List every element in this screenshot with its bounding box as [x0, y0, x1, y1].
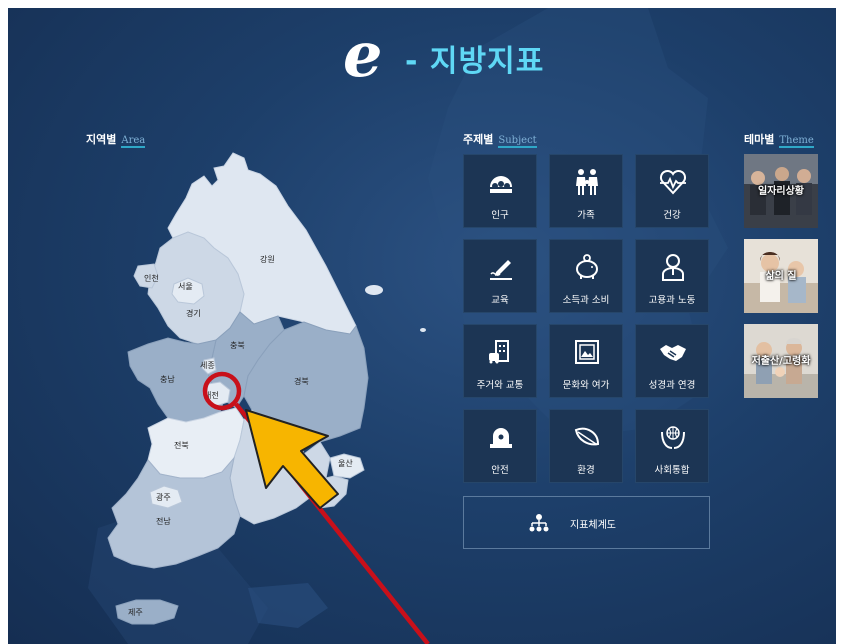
- region-label-chungbuk: 충북: [230, 341, 245, 350]
- region-label-gyeonggi: 경기: [186, 308, 201, 318]
- subject-section-header: 주제별 Subject: [463, 128, 537, 148]
- subject-growth-tile[interactable]: 성경과 연경: [635, 324, 709, 398]
- education-icon: [490, 260, 512, 280]
- theme-header-en: Theme: [779, 135, 814, 148]
- subject-culture-tile[interactable]: 문화와 여가: [549, 324, 623, 398]
- region-jeju[interactable]: [115, 599, 179, 625]
- globe-hands-icon: [661, 426, 685, 449]
- theme-low-birth-aging-tile[interactable]: 저출산/고령화: [744, 324, 818, 398]
- health-icon: [659, 169, 687, 195]
- korea-region-map: 강원 인천 서울 경기 충북 충남 세종 대전 경북 전북 대구 울산 부산 광…: [107, 152, 426, 625]
- subject-label: 가족: [577, 210, 595, 221]
- region-label-jeonbuk: 전북: [174, 440, 189, 450]
- subject-label: 소득과 소비: [562, 295, 610, 306]
- region-label-chungnam: 충남: [160, 375, 175, 384]
- subject-family-tile[interactable]: 가족: [549, 154, 623, 228]
- main-stage: e - 지방지표 지역별Area 주제별Subject 테마별Theme: [8, 8, 836, 644]
- subject-label: 성경과 연경: [648, 380, 696, 391]
- subject-employment-tile[interactable]: 고용과 노동: [635, 239, 709, 313]
- handshake-icon: [660, 345, 686, 361]
- subject-social-tile[interactable]: 사회통합: [635, 409, 709, 483]
- picture-frame-icon: [575, 340, 599, 364]
- region-label-gangwon: 강원: [260, 254, 275, 264]
- subject-housing-tile[interactable]: 주거와 교통: [463, 324, 537, 398]
- region-label-sejong: 세종: [200, 361, 215, 370]
- leaf-icon: [574, 427, 600, 446]
- region-chungnam[interactable]: [127, 337, 225, 423]
- subject-label: 주거와 교통: [476, 380, 524, 391]
- family-icon: [576, 169, 598, 195]
- subject-safety-tile[interactable]: 안전: [463, 409, 537, 483]
- region-label-daejeon: 대전: [204, 390, 219, 400]
- subject-income-tile[interactable]: 소득과 소비: [549, 239, 623, 313]
- subject-header-en: Subject: [498, 135, 537, 148]
- hierarchy-icon: [529, 514, 549, 532]
- theme-label: 일자리상황: [758, 186, 804, 197]
- subject-environment-tile[interactable]: 환경: [549, 409, 623, 483]
- subject-health-tile[interactable]: 건강: [635, 154, 709, 228]
- theme-quality-of-life-tile[interactable]: 삶의 질: [744, 239, 818, 313]
- region-label-ulsan: 울산: [338, 458, 353, 468]
- subject-label: 문화와 여가: [562, 380, 610, 391]
- subject-header-ko: 주제별: [463, 133, 494, 146]
- island-ulleung: [365, 285, 383, 295]
- subject-label: 사회통합: [654, 465, 690, 476]
- region-label-seoul: 서울: [178, 282, 193, 291]
- theme-label: 삶의 질: [765, 271, 797, 282]
- subject-education-tile[interactable]: 교육: [463, 239, 537, 313]
- siren-icon: [490, 428, 512, 448]
- subject-label: 안전: [491, 465, 509, 476]
- region-label-gyeongbuk: 경북: [294, 376, 309, 386]
- housing-transport-icon: [489, 340, 509, 364]
- theme-jobs-tile[interactable]: 일자리상황: [744, 154, 818, 228]
- indicator-system-label: 지표체계도: [570, 520, 616, 531]
- subject-label: 건강: [663, 210, 681, 221]
- subject-label: 고용과 노동: [648, 295, 696, 306]
- subject-label: 환경: [577, 465, 595, 476]
- region-label-busan: 부산: [316, 490, 331, 500]
- island-dokdo: [420, 328, 426, 332]
- region-label-gwangju: 광주: [156, 492, 171, 502]
- worker-icon: [662, 254, 684, 281]
- region-label-jeonnam: 전남: [156, 516, 171, 526]
- region-label-daegu: 대구: [280, 443, 295, 452]
- indicator-system-button[interactable]: 지표체계도: [463, 496, 710, 549]
- region-label-incheon: 인천: [144, 273, 159, 283]
- piggy-bank-icon: [576, 254, 598, 279]
- subject-population-tile[interactable]: 인구: [463, 154, 537, 228]
- subject-label: 교육: [491, 295, 509, 306]
- region-label-jeju: 제주: [128, 608, 143, 617]
- subject-label: 인구: [491, 210, 509, 221]
- theme-header-ko: 테마별: [744, 133, 775, 146]
- population-icon: [490, 176, 512, 193]
- theme-label: 저출산/고령화: [751, 356, 811, 367]
- theme-section-header: 테마별 Theme: [744, 128, 814, 148]
